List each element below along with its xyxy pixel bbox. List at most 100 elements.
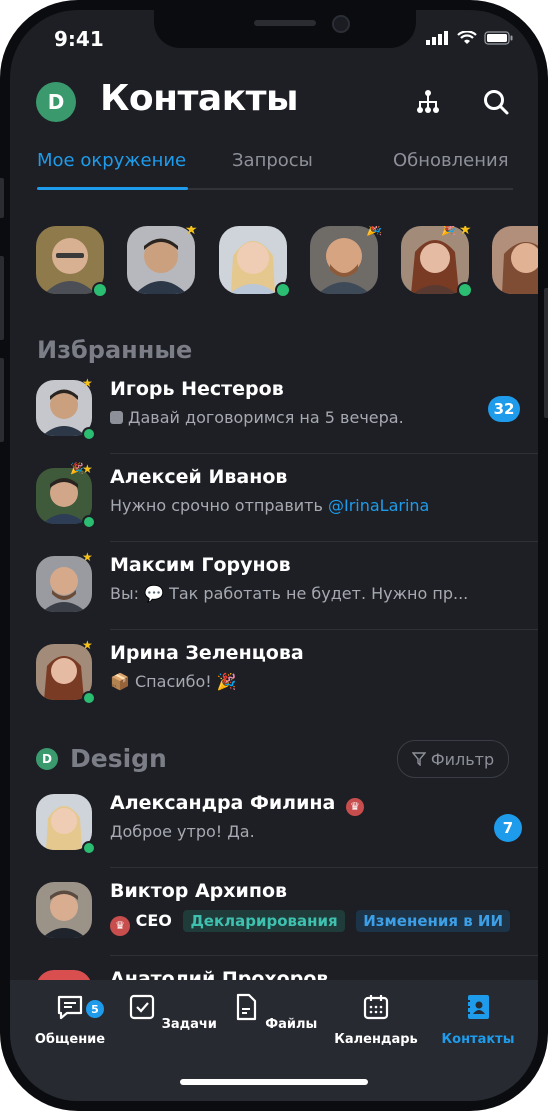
contact-tags: ♛ CEO Декларирования Изменения в ИИ: [110, 910, 510, 936]
user-avatar[interactable]: D: [36, 82, 76, 122]
unread-badge: 7: [494, 814, 522, 842]
org-structure-icon[interactable]: [414, 88, 442, 116]
group-title: Design: [70, 744, 167, 773]
star-icon: ★: [82, 376, 93, 390]
message-text: Нужно срочно отправить: [110, 496, 328, 515]
divider: [110, 955, 538, 956]
story-avatar[interactable]: [36, 226, 108, 298]
star-icon: ★: [82, 462, 93, 476]
contact-name: Александра Филина ♛: [110, 792, 364, 816]
nav-label: Календарь: [334, 1032, 418, 1047]
story-avatar[interactable]: [219, 226, 291, 298]
tag-chip[interactable]: Декларирования: [183, 910, 345, 932]
online-indicator: [82, 515, 96, 529]
search-icon[interactable]: [482, 88, 510, 116]
tab-updates[interactable]: Обновления: [393, 150, 509, 171]
online-indicator: [92, 282, 108, 298]
online-indicator: [82, 427, 96, 441]
contact-row[interactable]: Виктор Архипов ♛ CEO Декларирования Изме…: [36, 874, 538, 956]
tag-chip[interactable]: Изменения в ИИ: [356, 910, 510, 932]
page-title: Контакты: [100, 78, 299, 119]
party-icon: 🎉: [366, 226, 383, 237]
nav-calendar[interactable]: Календарь: [328, 992, 424, 1047]
nav-badge: 5: [86, 1000, 104, 1018]
avatar: [36, 882, 92, 938]
group-avatar: D: [36, 748, 58, 770]
story-avatar[interactable]: [492, 226, 538, 294]
contact-row[interactable]: ★ Ирина Зеленцова 📦 Спасибо! 🎉: [36, 636, 512, 718]
home-indicator: [180, 1079, 368, 1085]
chat-icon: [57, 995, 83, 1020]
nav-files[interactable]: Файлы: [226, 992, 322, 1032]
contact-last-message: Доброе утро! Да.: [110, 822, 255, 841]
nav-label: Задачи: [161, 1017, 217, 1032]
unread-badge: 32: [488, 396, 520, 422]
contact-row[interactable]: ★ Максим Горунов Вы: 💬 Так работать не б…: [36, 548, 538, 630]
divider: [110, 453, 538, 454]
avatar: [492, 226, 538, 294]
contact-name: Ирина Зеленцова: [110, 642, 304, 664]
mention-link[interactable]: @IrinaLarina: [328, 496, 429, 515]
volume-down-button: [0, 358, 4, 442]
battery-icon: [484, 31, 513, 45]
avatar: [36, 556, 92, 612]
power-button: [544, 288, 548, 418]
name-text: Александра Филина: [110, 792, 336, 814]
nav-label: Контакты: [441, 1032, 515, 1047]
mute-switch: [0, 178, 4, 218]
wifi-icon: [457, 31, 477, 44]
divider: [110, 629, 538, 630]
filter-icon: [411, 752, 426, 766]
nav-contacts[interactable]: Контакты: [430, 992, 526, 1047]
file-icon: [236, 993, 256, 1021]
divider: [110, 867, 538, 868]
party-icon: 🎉: [441, 226, 456, 236]
online-indicator: [457, 282, 473, 298]
status-icons: [426, 31, 514, 45]
contact-last-message: Нужно срочно отправить @IrinaLarina: [110, 496, 429, 515]
crown-icon: ♛: [110, 916, 130, 936]
tab-requests[interactable]: Запросы: [232, 150, 313, 171]
contact-name: Максим Горунов: [110, 554, 291, 576]
crown-icon: ♛: [345, 798, 364, 816]
volume-up-button: [0, 256, 4, 340]
nav-label: Файлы: [265, 1017, 318, 1032]
tab-my-circle[interactable]: Мое окружение: [37, 150, 186, 171]
online-indicator: [82, 841, 96, 855]
tab-active-indicator: [37, 187, 188, 190]
contact-last-message: Давай договоримся на 5 вечера.: [110, 408, 404, 427]
poll-icon: [110, 411, 123, 424]
online-indicator: [82, 691, 96, 705]
message-text: Давай договоримся на 5 вечера.: [128, 408, 404, 427]
contact-last-message: 📦 Спасибо! 🎉: [110, 672, 237, 691]
contact-row[interactable]: 🎉 ★ Алексей Иванов Нужно срочно отправит…: [36, 460, 538, 542]
contact-last-message: Вы: 💬 Так работать не будет. Нужно пр...: [110, 584, 469, 603]
contact-row[interactable]: Александра Филина ♛ Доброе утро! Да. 7: [36, 786, 538, 868]
star-icon: ★: [185, 226, 198, 238]
contact-name: Игорь Нестеров: [110, 378, 284, 400]
contact-row[interactable]: ★ Игорь Нестеров Давай договоримся на 5 …: [36, 372, 538, 454]
story-avatar[interactable]: ★: [127, 226, 198, 294]
tab-bar: Мое окружение Запросы Обновления: [37, 150, 513, 190]
favorites-title: Избранные: [37, 336, 193, 364]
contact-name: Виктор Архипов: [110, 880, 288, 902]
star-icon: ★: [82, 638, 93, 652]
calendar-icon: [363, 995, 389, 1020]
signal-icon: [426, 31, 448, 45]
story-avatar[interactable]: 🎉 ★: [401, 226, 473, 298]
tasks-icon: [129, 994, 155, 1020]
filter-label: Фильтр: [430, 749, 495, 769]
star-icon: ★: [459, 226, 472, 238]
filter-button[interactable]: Фильтр: [397, 740, 509, 778]
contacts-icon: [466, 995, 489, 1019]
divider: [110, 541, 538, 542]
story-avatar[interactable]: 🎉: [310, 226, 382, 294]
contact-name: Алексей Иванов: [110, 466, 288, 488]
screen: 9:41 D Контакты Мое окружение Запросы Об…: [10, 10, 538, 1101]
nav-messages[interactable]: 5 Общение: [22, 992, 118, 1047]
nav-tasks[interactable]: Задачи: [124, 992, 220, 1032]
role-label: CEO: [135, 911, 172, 930]
nav-label: Общение: [34, 1032, 106, 1047]
stories-row: ★ 🎉 🎉 ★: [36, 226, 538, 306]
phone-frame: 9:41 D Контакты Мое окружение Запросы Об…: [0, 0, 548, 1111]
